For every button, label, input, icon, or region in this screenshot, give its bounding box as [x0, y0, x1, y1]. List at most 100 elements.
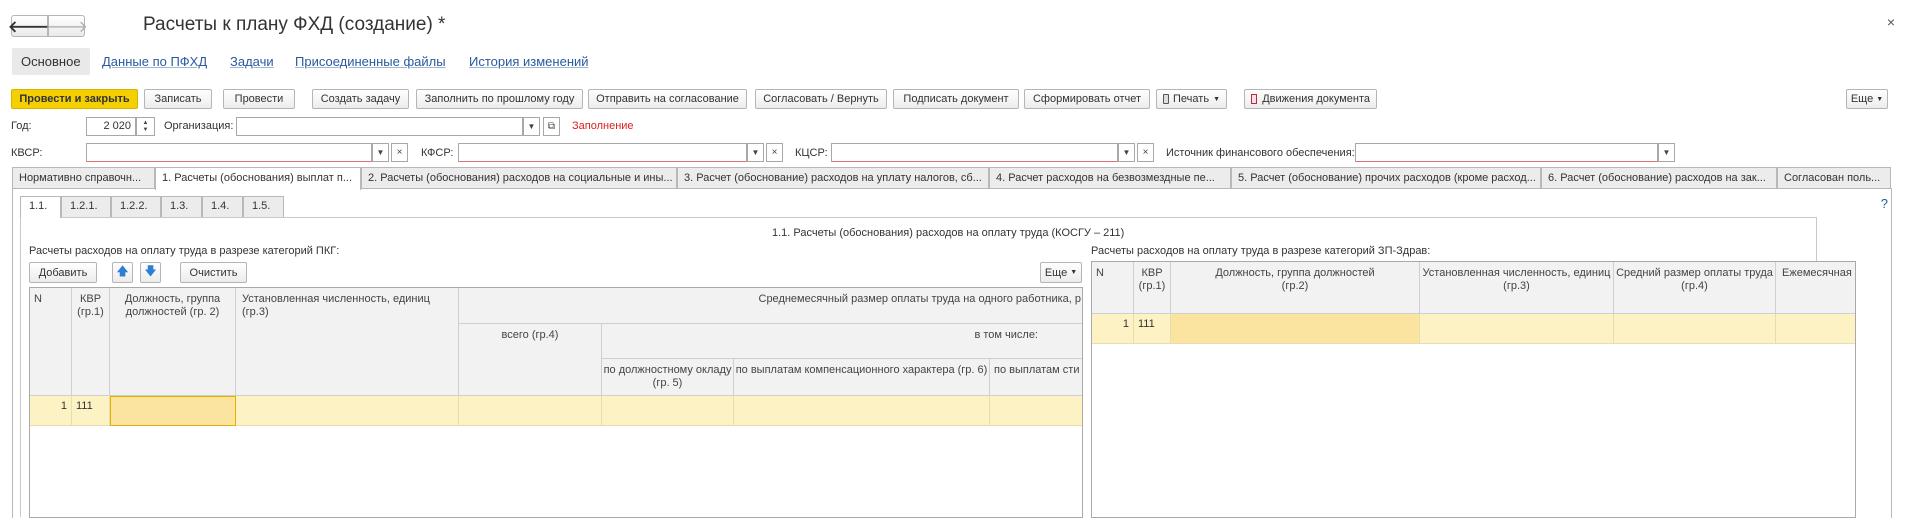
tab-2-social[interactable]: 2. Расчеты (обоснования) расходов на соц…: [361, 167, 677, 188]
back-button[interactable]: 🡐: [8, 15, 51, 37]
arrow-right-icon: 🡒: [45, 18, 88, 36]
arrow-down-icon: 🡇: [144, 264, 157, 278]
close-icon[interactable]: ×: [1887, 14, 1895, 30]
cell-n[interactable]: 1: [30, 396, 72, 426]
section-main[interactable]: Основное: [12, 48, 90, 75]
cell-headcount[interactable]: [1420, 314, 1614, 344]
col-headcount: Установленная численность, единиц (гр.3): [1420, 262, 1614, 314]
cell-monthly[interactable]: [1776, 314, 1855, 344]
save-button[interactable]: Записать: [144, 89, 212, 109]
tab-approved[interactable]: Согласован поль...: [1777, 167, 1891, 188]
open-icon: ⧉: [547, 121, 556, 132]
subtab-1-1[interactable]: 1.1.: [20, 196, 61, 218]
cell-n[interactable]: 1: [1092, 314, 1134, 344]
subtab-1-5[interactable]: 1.5.: [243, 196, 284, 217]
post-button[interactable]: Провести: [223, 89, 295, 109]
year-label: Год:: [11, 120, 32, 132]
help-icon[interactable]: ?: [1881, 196, 1888, 211]
clear-button[interactable]: Очистить: [180, 262, 247, 283]
kvsr-clear[interactable]: ×: [391, 143, 408, 162]
print-button[interactable]: Печать ▼: [1156, 89, 1227, 109]
chevron-down-icon: ▼: [1662, 148, 1671, 157]
section-pfhd[interactable]: Данные по ПФХД: [102, 54, 207, 69]
tab-5-other[interactable]: 5. Расчет (обоснование) прочих расходов …: [1231, 167, 1541, 188]
chevron-down-icon: ▼: [1122, 148, 1131, 157]
col-headcount: Установленная численность, единиц (гр.3): [236, 288, 459, 396]
col-stim: по выплатам сти: [990, 359, 1082, 396]
year-field[interactable]: 2 020: [86, 117, 136, 136]
kfsr-dropdown[interactable]: ▼: [747, 143, 764, 162]
chevron-down-icon: ▼: [751, 148, 760, 157]
forward-button[interactable]: 🡒: [45, 15, 88, 37]
tab-6-purchases[interactable]: 6. Расчет (обоснование) расходов на зак.…: [1541, 167, 1777, 188]
section-title: 1.1. Расчеты (обоснования) расходов на о…: [772, 227, 1125, 239]
cell-position[interactable]: [1171, 314, 1420, 344]
col-by-salary: по должностному окладу (гр. 5): [602, 359, 734, 396]
kfsr-label: КФСР:: [421, 147, 454, 159]
kcsr-dropdown[interactable]: ▼: [1118, 143, 1135, 162]
col-avg: Средний размер оплаты труда (гр.4): [1614, 262, 1776, 314]
left-grid[interactable]: N КВР (гр.1) Должность, группа должносте…: [29, 287, 1083, 518]
more-label: Еще: [1850, 93, 1874, 105]
org-dropdown[interactable]: ▼: [523, 117, 540, 136]
more-button[interactable]: Еще ▼: [1846, 89, 1888, 109]
tab-3-taxes[interactable]: 3. Расчет (обоснование) расходов на упла…: [677, 167, 989, 188]
source-dropdown[interactable]: ▼: [1658, 143, 1675, 162]
col-kvr: КВР (гр.1): [1134, 262, 1171, 314]
year-stepper[interactable]: ▲ ▼: [136, 117, 155, 136]
source-field[interactable]: [1355, 143, 1658, 162]
stepper-down-icon: ▼: [142, 126, 149, 133]
tab-4-grants[interactable]: 4. Расчет расходов на безвозмездные пе..…: [989, 167, 1231, 188]
cell-by-salary[interactable]: [602, 396, 734, 426]
kcsr-clear[interactable]: ×: [1137, 143, 1154, 162]
kfsr-clear[interactable]: ×: [766, 143, 783, 162]
fill-warning: Заполнение: [572, 120, 634, 132]
subtab-1-3[interactable]: 1.3.: [161, 196, 202, 217]
subtab-1-4[interactable]: 1.4.: [202, 196, 243, 217]
movements-icon: [1251, 94, 1258, 104]
cell-total[interactable]: [459, 396, 602, 426]
cell-kvr[interactable]: 111: [72, 396, 110, 426]
cell-stim[interactable]: [990, 396, 1082, 426]
kfsr-field[interactable]: [458, 143, 747, 162]
kvsr-field[interactable]: [86, 143, 372, 162]
cell-kvr[interactable]: 111: [1134, 314, 1171, 344]
movements-button[interactable]: Движения документа: [1244, 89, 1377, 109]
org-open[interactable]: ⧉: [543, 117, 560, 136]
cell-avg[interactable]: [1614, 314, 1776, 344]
send-approval-button[interactable]: Отправить на согласование: [588, 89, 747, 109]
cell-compensation[interactable]: [734, 396, 990, 426]
section-tasks[interactable]: Задачи: [230, 54, 274, 69]
right-grid-title: Расчеты расходов на оплату труда в разре…: [1091, 245, 1431, 257]
left-more-button[interactable]: Еще ▼: [1040, 262, 1082, 283]
tab-1-salary[interactable]: 1. Расчеты (обоснования) выплат п...: [155, 167, 361, 190]
report-button[interactable]: Сформировать отчет: [1024, 89, 1150, 109]
chevron-down-icon: ▼: [1213, 95, 1220, 103]
kcsr-field[interactable]: [831, 143, 1118, 162]
cell-position[interactable]: [110, 396, 236, 426]
movements-label: Движения документа: [1262, 93, 1370, 105]
move-up-button[interactable]: 🡅: [112, 262, 133, 283]
more-label: Еще: [1044, 266, 1068, 279]
chevron-down-icon: ▼: [1070, 269, 1078, 276]
sign-document-button[interactable]: Подписать документ: [893, 89, 1019, 109]
right-grid[interactable]: N КВР (гр.1) Должность, группа должносте…: [1091, 261, 1856, 518]
kvsr-label: КВСР:: [11, 147, 43, 159]
create-task-button[interactable]: Создать задачу: [312, 89, 409, 109]
kvsr-dropdown[interactable]: ▼: [372, 143, 389, 162]
subtab-1-2-2[interactable]: 1.2.2.: [111, 196, 161, 217]
section-history[interactable]: История изменений: [469, 54, 589, 69]
approve-return-button[interactable]: Согласовать / Вернуть: [755, 89, 887, 109]
org-label: Организация:: [164, 120, 234, 132]
source-label: Источник финансового обеспечения:: [1166, 147, 1355, 159]
cell-headcount[interactable]: [236, 396, 459, 426]
org-field[interactable]: [236, 117, 523, 136]
post-close-button[interactable]: Провести и закрыть: [11, 89, 138, 109]
subtab-1-2-1[interactable]: 1.2.1.: [61, 196, 111, 217]
add-button[interactable]: Добавить: [29, 262, 97, 283]
fill-last-year-button[interactable]: Заполнить по прошлому году: [416, 89, 583, 109]
tab-reference[interactable]: Нормативно справочн...: [12, 167, 155, 188]
clear-icon: ×: [1142, 147, 1149, 158]
move-down-button[interactable]: 🡇: [140, 262, 161, 283]
section-files[interactable]: Присоединенные файлы: [295, 54, 446, 69]
